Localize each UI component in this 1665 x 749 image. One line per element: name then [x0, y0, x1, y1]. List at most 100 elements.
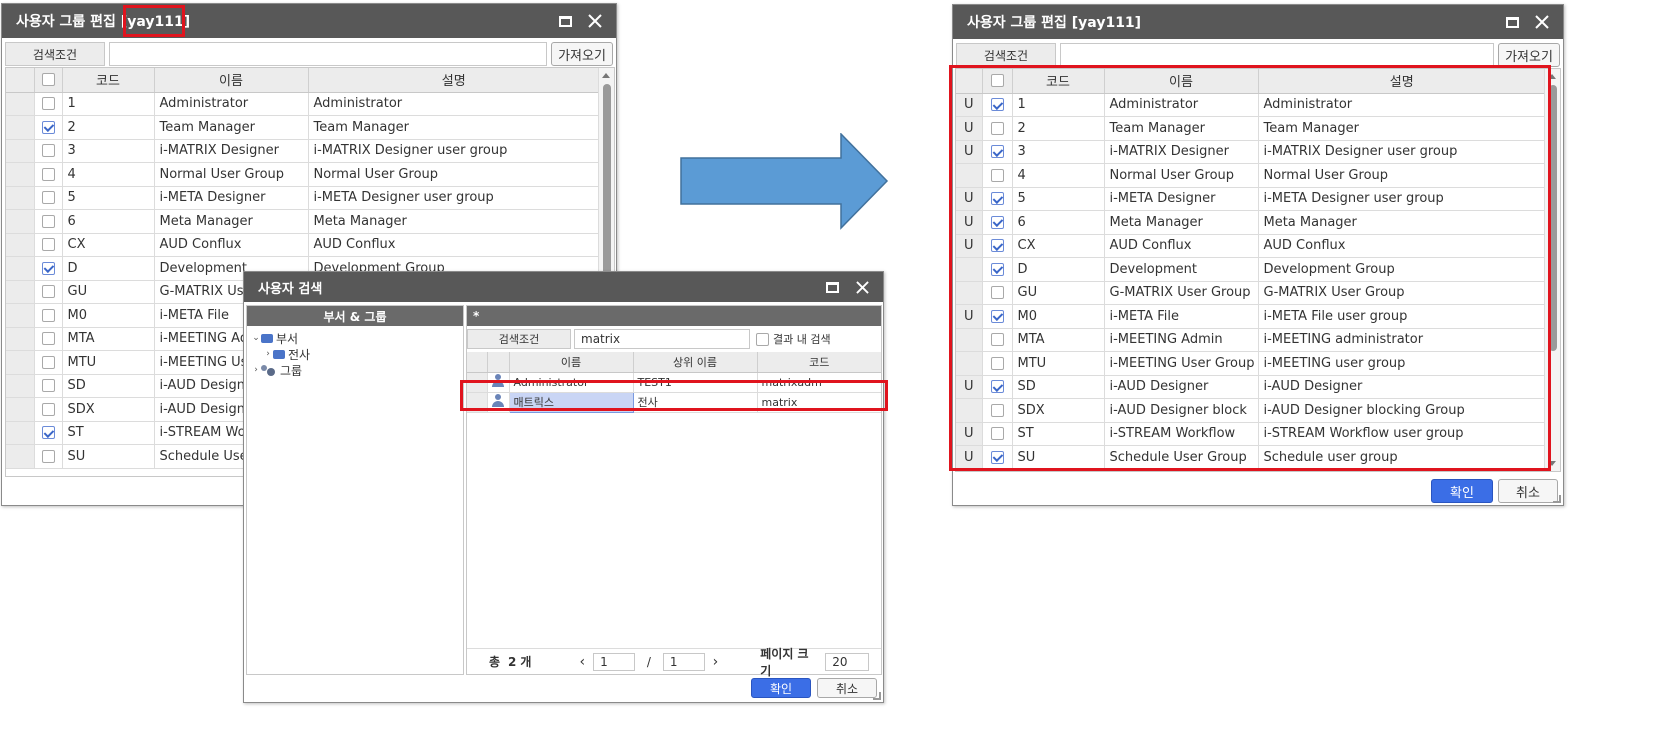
right-fetch-button[interactable]: 가져오기	[1498, 43, 1560, 67]
column-header-code[interactable]: 코드	[62, 68, 155, 93]
result-header-name[interactable]: 이름	[509, 352, 634, 373]
current-page-input[interactable]: 1	[593, 652, 635, 671]
table-row[interactable]: 1 Administrator Administrator	[6, 92, 600, 116]
row-status-cell	[6, 350, 35, 375]
row-checkbox[interactable]	[41, 355, 55, 369]
row-name: Administrator	[154, 92, 309, 116]
flow-arrow-icon	[680, 133, 889, 230]
row-name: AUD Conflux	[154, 233, 309, 257]
row-checkbox-cell	[34, 350, 63, 375]
user-search-dialog: 사용자 검색 부서 & 그룹 ⌄ 부서 › 전사 › 그룹 * 검색조건 matrix 결…	[243, 271, 884, 703]
row-checkbox[interactable]	[41, 167, 55, 181]
row-name: Team Manager	[154, 115, 309, 140]
maximize-icon[interactable]	[821, 276, 843, 298]
right-cancel-button[interactable]: 취소	[1498, 479, 1558, 503]
row-checkbox[interactable]	[41, 238, 55, 252]
row-checkbox[interactable]	[41, 191, 55, 205]
column-header-name[interactable]: 이름	[154, 68, 309, 93]
tree-node-label: 그룹	[280, 363, 303, 378]
page-separator: /	[646, 654, 651, 669]
row-name: Normal User Group	[154, 162, 309, 187]
row-checkbox[interactable]	[41, 285, 55, 299]
tree-caret-icon[interactable]: ⌄	[251, 333, 261, 343]
row-status-cell	[6, 139, 35, 163]
right-ok-button[interactable]: 확인	[1431, 479, 1493, 503]
result-header-code[interactable]: 코드	[757, 352, 881, 373]
left-dialog-title: 사용자 그룹 편집 [yay111]	[16, 11, 546, 31]
row-checkbox[interactable]	[41, 426, 55, 440]
tree-node[interactable]: › 전사	[251, 346, 459, 362]
row-checkbox[interactable]	[41, 332, 55, 346]
search-dialog-titlebar[interactable]: 사용자 검색	[244, 272, 883, 302]
row-status-cell	[6, 397, 35, 422]
row-status-cell	[6, 374, 35, 398]
row-desc: Administrator	[308, 92, 600, 116]
row-status-cell	[6, 92, 35, 116]
row-checkbox[interactable]	[41, 308, 55, 322]
row-code: D	[62, 256, 155, 281]
result-header-parent[interactable]: 상위 이름	[633, 352, 758, 373]
user-search-input[interactable]: matrix	[574, 329, 750, 349]
row-status-cell	[6, 303, 35, 328]
table-row[interactable]: 4 Normal User Group Normal User Group	[6, 162, 600, 187]
search-cancel-button[interactable]: 취소	[817, 678, 877, 698]
scroll-up-icon[interactable]	[602, 73, 610, 78]
table-row[interactable]: 6 Meta Manager Meta Manager	[6, 209, 600, 234]
resize-handle[interactable]	[873, 692, 881, 700]
resize-handle[interactable]	[1553, 495, 1561, 503]
search-ok-button[interactable]: 확인	[751, 678, 811, 698]
close-icon[interactable]	[851, 276, 873, 298]
left-search-input[interactable]	[109, 42, 547, 66]
result-pager: 총 2 개 ‹ 1 / 1 › 페이지 크기 20	[467, 647, 881, 678]
search-dialog-title: 사용자 검색	[258, 281, 323, 297]
right-search-label: 검색조건	[956, 43, 1056, 67]
row-desc: Normal User Group	[308, 162, 600, 187]
right-search-input[interactable]	[1060, 43, 1494, 67]
table-row[interactable]: 5 i-META Designer i-META Designer user gro…	[6, 186, 600, 210]
next-page-icon[interactable]: ›	[713, 654, 719, 670]
table-row[interactable]: CX AUD Conflux AUD Conflux	[6, 233, 600, 257]
tree-caret-icon[interactable]: ›	[263, 349, 273, 359]
group-icon	[261, 364, 277, 376]
row-checkbox-cell	[34, 139, 63, 163]
row-checkbox[interactable]	[41, 402, 55, 416]
within-results-checkbox[interactable]	[756, 332, 769, 346]
row-checkbox[interactable]	[41, 449, 55, 463]
close-icon[interactable]	[584, 10, 606, 32]
row-checkbox[interactable]	[41, 261, 55, 275]
total-label: 총	[489, 655, 501, 669]
page-size-input[interactable]: 20	[825, 652, 869, 671]
right-dialog-titlebar[interactable]: 사용자 그룹 편집 [yay111]	[953, 5, 1563, 39]
table-row[interactable]: 2 Team Manager Team Manager	[6, 115, 600, 140]
row-name: i-MATRIX Designer	[154, 139, 309, 163]
row-checkbox-cell	[34, 397, 63, 422]
total-pages-box: 1	[662, 652, 705, 671]
row-checkbox[interactable]	[41, 120, 55, 134]
tree-node[interactable]: › 그룹	[251, 362, 459, 378]
row-checkbox[interactable]	[41, 379, 55, 393]
row-code: M0	[62, 303, 155, 328]
maximize-icon[interactable]	[554, 10, 576, 32]
row-checkbox[interactable]	[41, 214, 55, 228]
row-status-cell	[6, 233, 35, 257]
row-name: Meta Manager	[154, 209, 309, 234]
row-status-cell	[6, 280, 35, 304]
table-row[interactable]: 3 i-MATRIX Designer i-MATRIX Designer user…	[6, 139, 600, 163]
close-icon[interactable]	[1531, 11, 1553, 33]
left-fetch-button[interactable]: 가져오기	[551, 42, 613, 66]
total-count: 2	[508, 654, 517, 669]
row-checkbox-cell	[34, 421, 63, 445]
tree-caret-icon[interactable]: ›	[251, 365, 261, 375]
folder-icon	[273, 349, 285, 359]
column-header-desc[interactable]: 설명	[308, 68, 600, 93]
row-checkbox[interactable]	[41, 97, 55, 111]
row-code: 3	[62, 139, 155, 163]
maximize-icon[interactable]	[1501, 11, 1523, 33]
select-all-checkbox[interactable]	[34, 68, 63, 93]
row-checkbox[interactable]	[41, 144, 55, 158]
prev-page-icon[interactable]: ‹	[579, 654, 585, 670]
left-dialog-titlebar[interactable]: 사용자 그룹 편집 [yay111]	[2, 4, 616, 38]
row-status-cell	[6, 115, 35, 140]
left-dialog-title-text: 사용자 그룹 편집	[16, 14, 116, 30]
tree-node[interactable]: ⌄ 부서	[251, 330, 459, 346]
